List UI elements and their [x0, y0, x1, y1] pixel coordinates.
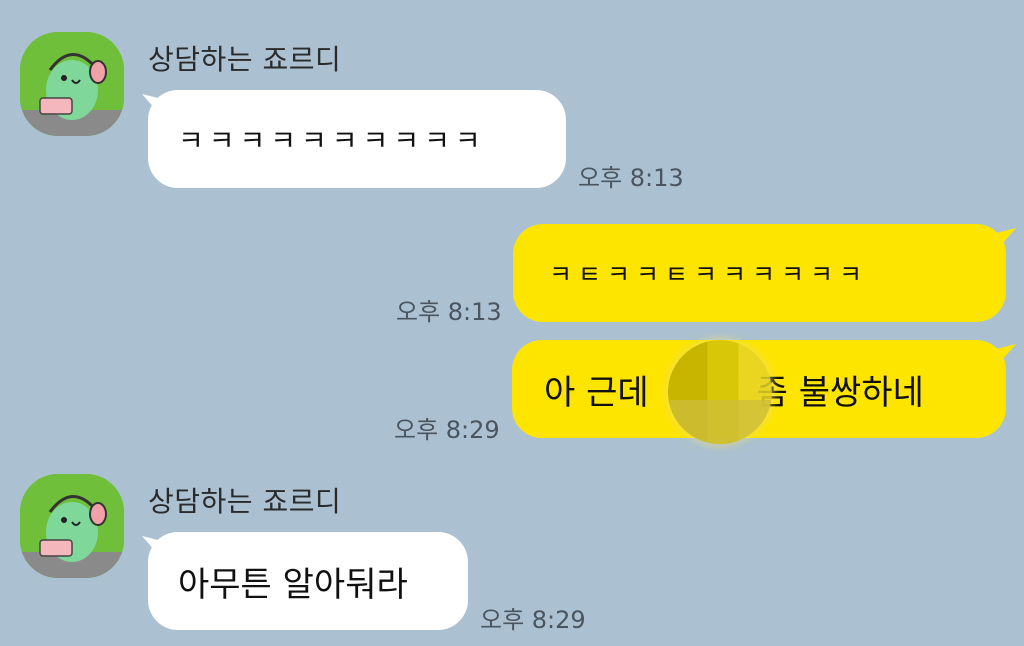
message-time: 오후 8:13: [396, 298, 502, 326]
message-time: 오후 8:29: [480, 606, 586, 634]
jordy-avatar-icon: [20, 474, 124, 578]
message-bubble[interactable]: ㅋㅋㅋㅋㅋㅋㅋㅋㅋㅋ: [148, 90, 566, 188]
message-bubble[interactable]: 아무튼 알아둬라: [148, 532, 468, 630]
message-text-after: 좀 불쌍하네: [756, 372, 924, 413]
avatar[interactable]: [20, 32, 124, 136]
message-time: 오후 8:13: [578, 164, 684, 192]
sender-name: 상담하는 죠르디: [148, 485, 342, 518]
message-text: ㅋㅌㅋㅋㅌㅋㅋㅋㅋㅋㅋ: [549, 260, 869, 289]
message-bubble[interactable]: ㅋㅌㅋㅋㅌㅋㅋㅋㅋㅋㅋ: [513, 224, 1006, 322]
sender-name: 상담하는 죠르디: [148, 43, 342, 76]
message-text-before: 아 근데: [544, 372, 649, 413]
message-time: 오후 8:29: [394, 416, 500, 444]
message-text: 아무튼 알아둬라: [178, 564, 408, 605]
avatar[interactable]: [20, 474, 124, 578]
redaction-blur: [668, 340, 772, 444]
jordy-avatar-icon: [20, 32, 124, 136]
message-text: ㅋㅋㅋㅋㅋㅋㅋㅋㅋㅋ: [178, 124, 486, 157]
